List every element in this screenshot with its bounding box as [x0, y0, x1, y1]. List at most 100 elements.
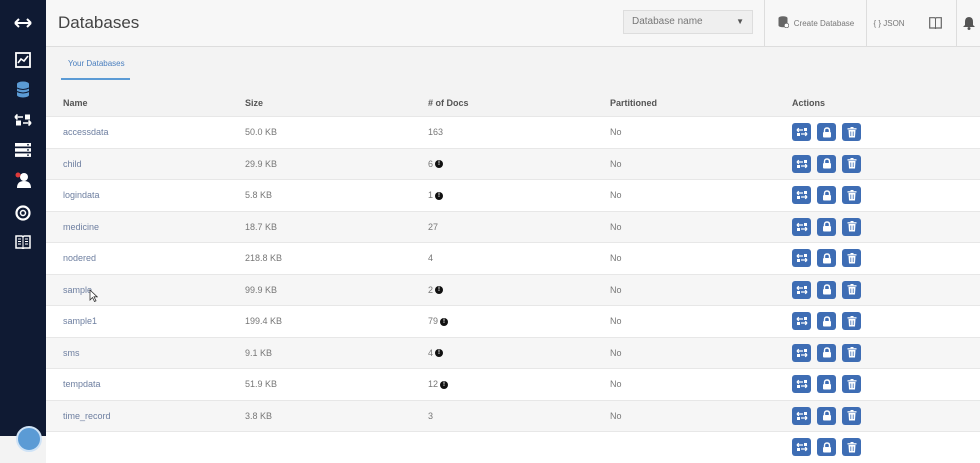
delete-button[interactable] — [842, 217, 861, 236]
replicate-button[interactable] — [792, 312, 811, 330]
partitioned-value: No — [610, 316, 622, 326]
replicate-button[interactable] — [792, 123, 811, 141]
delete-button[interactable] — [842, 186, 861, 204]
partitioned-value: No — [610, 410, 622, 421]
database-name-link[interactable]: nodered — [63, 253, 96, 263]
server-stack-icon — [15, 143, 31, 157]
partitioned-value: No — [610, 190, 622, 200]
json-button[interactable]: { } JSON — [866, 0, 911, 46]
doc-count: 4! — [428, 347, 444, 358]
notifications-button[interactable] — [956, 0, 980, 46]
column-header-docs[interactable]: # of Docs — [428, 98, 469, 108]
database-name-link[interactable]: sample1 — [63, 316, 97, 326]
database-size: 9.1 KB — [245, 347, 273, 358]
sidebar-item-replication[interactable] — [0, 106, 46, 134]
replicate-icon — [796, 159, 808, 169]
replicate-button[interactable] — [792, 280, 811, 299]
delete-button[interactable] — [842, 375, 861, 393]
database-name-link[interactable]: child — [63, 159, 82, 169]
permissions-button[interactable] — [817, 280, 836, 299]
avatar[interactable] — [16, 426, 42, 452]
delete-button[interactable] — [842, 249, 861, 267]
info-icon[interactable]: ! — [435, 191, 444, 200]
permissions-button[interactable] — [817, 123, 836, 141]
database-name-link[interactable]: sample — [63, 285, 92, 295]
partitioned-value: No — [610, 158, 622, 169]
replicate-button[interactable] — [792, 154, 811, 173]
row-actions — [792, 343, 861, 362]
delete-button[interactable] — [842, 343, 861, 362]
doc-count-value: 4 — [428, 347, 434, 358]
sidebar-toggle[interactable] — [0, 9, 46, 37]
top-header: Databases Database name ▼ Create Databas… — [46, 0, 980, 47]
database-name-link[interactable]: medicine — [63, 222, 99, 232]
permissions-button[interactable] — [817, 343, 836, 362]
permissions-button[interactable] — [817, 406, 836, 425]
sidebar-item-support[interactable] — [0, 199, 46, 227]
database-name-link[interactable]: logindata — [63, 190, 100, 200]
docs-book-icon — [15, 235, 31, 249]
lock-icon — [822, 126, 832, 138]
row-actions — [792, 312, 861, 330]
database-name-link[interactable]: time_record — [63, 411, 111, 421]
info-icon[interactable]: ! — [440, 380, 449, 389]
column-header-partitioned[interactable]: Partitioned — [610, 98, 657, 108]
delete-button[interactable] — [842, 154, 861, 173]
replicate-button[interactable] — [792, 186, 811, 204]
replicate-button[interactable] — [792, 406, 811, 425]
replicate-button[interactable] — [792, 438, 811, 456]
database-name-link[interactable]: tempdata — [63, 379, 101, 389]
replicate-icon — [796, 442, 808, 452]
info-icon[interactable]: ! — [435, 160, 444, 169]
doc-count: 3 — [428, 411, 433, 421]
tab-your-databases[interactable]: Your Databases — [61, 59, 130, 80]
permissions-button[interactable] — [817, 154, 836, 173]
permissions-button[interactable] — [817, 249, 836, 267]
delete-button[interactable] — [842, 406, 861, 425]
table-row: time_record 3.8 KB 3 No — [46, 399, 980, 431]
info-icon[interactable]: ! — [435, 349, 444, 358]
database-name-link[interactable]: sms — [63, 348, 80, 358]
database-size: 3.8 KB — [245, 410, 273, 421]
info-icon[interactable]: ! — [435, 286, 444, 295]
permissions-button[interactable] — [817, 375, 836, 393]
sidebar-item-databases[interactable] — [0, 75, 46, 103]
sidebar-item-docs[interactable] — [0, 228, 46, 256]
database-size: 50.0 KB — [245, 127, 278, 137]
permissions-button[interactable] — [817, 186, 836, 204]
sidebar-item-config[interactable] — [0, 136, 46, 164]
delete-button[interactable] — [842, 123, 861, 141]
replicate-button[interactable] — [792, 249, 811, 267]
database-size: 29.9 KB — [245, 158, 278, 169]
database-icon — [16, 81, 30, 97]
partitioned-value: No — [610, 379, 622, 389]
delete-button[interactable] — [842, 312, 861, 330]
create-database-button[interactable]: Create Database — [764, 0, 867, 46]
permissions-button[interactable] — [817, 217, 836, 236]
database-name-select[interactable]: Database name ▼ — [623, 10, 753, 34]
table-row: sample1 199.4 KB 79! No — [46, 305, 980, 337]
docs-button[interactable] — [922, 0, 948, 46]
replicate-button[interactable] — [792, 343, 811, 362]
partitioned-value: No — [610, 127, 622, 137]
database-name-link[interactable]: accessdata — [63, 127, 109, 137]
database-add-icon — [778, 15, 789, 31]
database-size: 51.9 KB — [245, 379, 278, 389]
replicate-button[interactable] — [792, 375, 811, 393]
sidebar-item-activity[interactable] — [0, 46, 46, 74]
column-header-size[interactable]: Size — [245, 98, 263, 108]
delete-button[interactable] — [842, 438, 861, 456]
sidebar-item-users[interactable] — [0, 166, 46, 194]
table-row: accessdata 50.0 KB 163 No — [46, 116, 980, 148]
column-header-actions: Actions — [792, 98, 826, 108]
support-lifebuoy-icon — [15, 205, 31, 221]
permissions-button[interactable] — [817, 438, 836, 456]
delete-button[interactable] — [842, 280, 861, 299]
info-icon[interactable]: ! — [440, 317, 449, 326]
row-actions — [792, 375, 861, 393]
column-header-name[interactable]: Name — [63, 98, 88, 108]
replicate-button[interactable] — [792, 217, 811, 236]
permissions-button[interactable] — [817, 312, 836, 330]
trash-icon — [847, 284, 857, 295]
trash-icon — [847, 378, 857, 390]
